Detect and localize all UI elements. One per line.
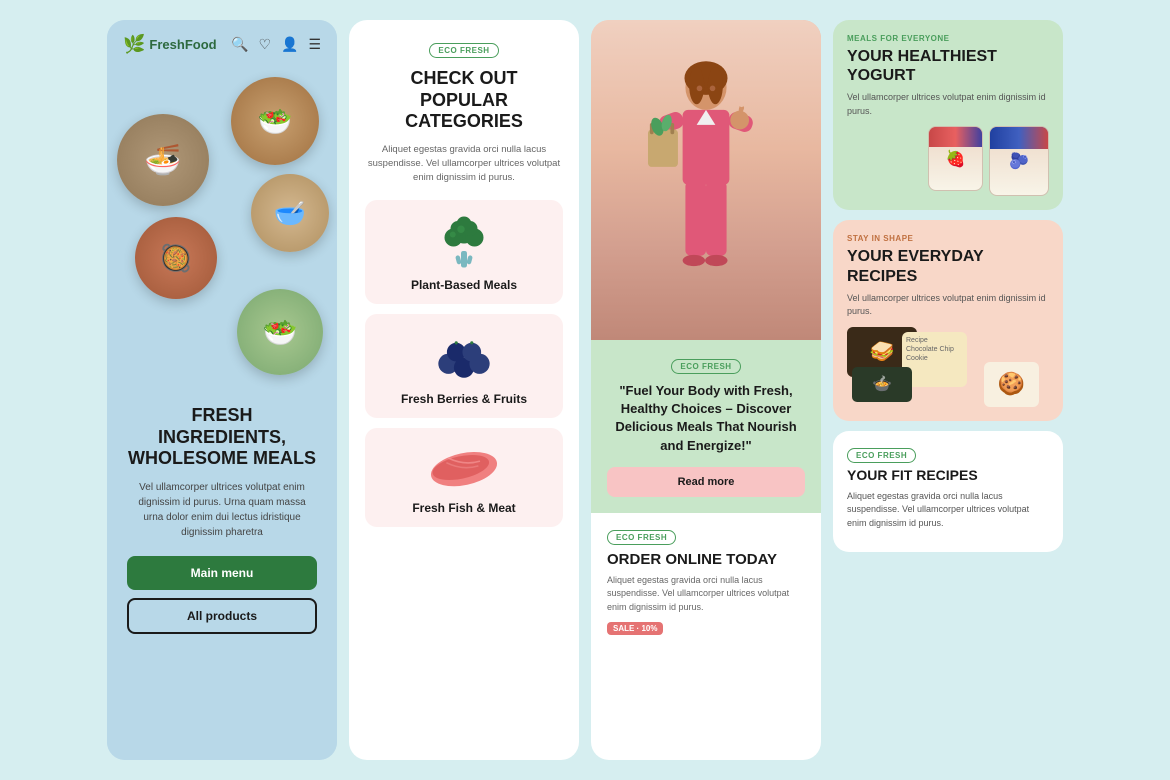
eco-badge-quote: ECO FRESH [671,359,740,374]
app-header: 🌿 FreshFood 🔍 ♡ 👤 ☰ [107,20,337,69]
categories-header: ECO FRESH CHECK OUT POPULAR CATEGORIES A… [365,40,563,200]
category-card-plant[interactable]: Plant-Based Meals [365,200,563,304]
recipe-cards-visual: 🥪 RecipeChocolate Chip Cookie 🍪 🍲 [847,327,1049,407]
app-hero-title: FRESH INGREDIENTS, WHOLESOME MEALS [127,405,317,470]
eco-badge-order: ECO FRESH [607,530,676,545]
category-card-fish[interactable]: Fresh Fish & Meat [365,428,563,527]
wishlist-icon[interactable]: ♡ [258,36,271,53]
category-fish-name: Fresh Fish & Meat [412,501,515,515]
categories-title: CHECK OUT POPULAR CATEGORIES [365,68,563,133]
eco-badge-categories: ECO FRESH [429,43,498,58]
food-bowl-4: 🥘 [135,217,217,299]
yogurt-images: 🍓 🫐 [847,126,1049,196]
categories-desc: Aliquet egestas gravida orci nulla lacus… [365,143,563,186]
order-title: ORDER ONLINE TODAY [607,551,805,568]
category-card-berries[interactable]: Fresh Berries & Fruits [365,314,563,418]
food-bowl-3: 🍜 [117,114,209,206]
main-container: 🌿 FreshFood 🔍 ♡ 👤 ☰ 🥗 🥣 🍜 🥘 🥗 FRESH INGR… [87,0,1083,780]
search-icon[interactable]: 🔍 [231,36,248,53]
quote-section: ECO FRESH "Fuel Your Body with Fresh, He… [591,340,821,513]
main-menu-button[interactable]: Main menu [127,556,317,590]
yogurt-subtitle: MEALS FOR EVERYONE [847,34,1049,43]
menu-icon[interactable]: ☰ [308,36,321,53]
app-hero-desc: Vel ullamcorper ultrices volutpat enim d… [127,480,317,540]
yogurt-card: MEALS FOR EVERYONE YOUR HEALTHIEST YOGUR… [833,20,1063,210]
all-products-button[interactable]: All products [127,598,317,634]
recipe-card-dark-2: 🍲 [852,367,912,402]
logo-icon: 🌿 [123,34,145,55]
sale-badge: SALE · 10% [607,622,663,635]
category-plant-name: Plant-Based Meals [411,278,517,292]
panel-center: ECO FRESH "Fuel Your Body with Fresh, He… [591,20,821,760]
fit-recipes-card: ECO FRESH YOUR FIT RECIPES Aliquet egest… [833,431,1063,552]
logo: 🌿 FreshFood [123,34,217,55]
header-icons: 🔍 ♡ 👤 ☰ [231,36,321,53]
recipes-desc: Vel ullamcorper ultrices volutpat enim d… [847,292,1049,319]
recipes-subtitle: STAY IN SHAPE [847,234,1049,243]
order-desc: Aliquet egestas gravida orci nulla lacus… [607,574,805,615]
food-bowl-1: 🥗 [231,77,319,165]
fit-desc: Aliquet egestas gravida orci nulla lacus… [847,490,1049,531]
order-section: ECO FRESH ORDER ONLINE TODAY Aliquet ege… [591,513,821,651]
yogurt-desc: Vel ullamcorper ultrices volutpat enim d… [847,91,1049,118]
recipe-card-cookie: 🍪 [984,362,1039,407]
panel-categories: ECO FRESH CHECK OUT POPULAR CATEGORIES A… [349,20,579,760]
app-content: FRESH INGREDIENTS, WHOLESOME MEALS Vel u… [107,389,337,760]
fish-icon [424,440,504,495]
recipes-title: YOUR EVERYDAY RECIPES [847,247,1049,285]
category-berries-name: Fresh Berries & Fruits [401,392,527,406]
everyday-recipes-card: STAY IN SHAPE YOUR EVERYDAY RECIPES Vel … [833,220,1063,420]
fit-title: YOUR FIT RECIPES [847,467,1049,484]
panel-mobile-app: 🌿 FreshFood 🔍 ♡ 👤 ☰ 🥗 🥣 🍜 🥘 🥗 FRESH INGR… [107,20,337,760]
yogurt-title: YOUR HEALTHIEST YOGURT [847,47,1049,85]
broccoli-icon [434,212,494,272]
profile-icon[interactable]: 👤 [281,36,298,53]
read-more-button[interactable]: Read more [607,467,805,497]
hero-quote: "Fuel Your Body with Fresh, Healthy Choi… [607,382,805,455]
berries-icon [429,326,499,386]
food-images: 🥗 🥣 🍜 🥘 🥗 [107,69,337,389]
food-bowl-2: 🥣 [251,174,329,252]
logo-text: FreshFood [149,37,216,52]
yogurt-jar-1: 🍓 [928,126,983,191]
panel-recipes: MEALS FOR EVERYONE YOUR HEALTHIEST YOGUR… [833,20,1063,760]
yogurt-jar-2: 🫐 [989,126,1049,196]
food-bowl-5: 🥗 [237,289,323,375]
hero-image-area [591,20,821,340]
eco-badge-fit: ECO FRESH [847,448,916,463]
woman-figure-svg [626,50,786,340]
